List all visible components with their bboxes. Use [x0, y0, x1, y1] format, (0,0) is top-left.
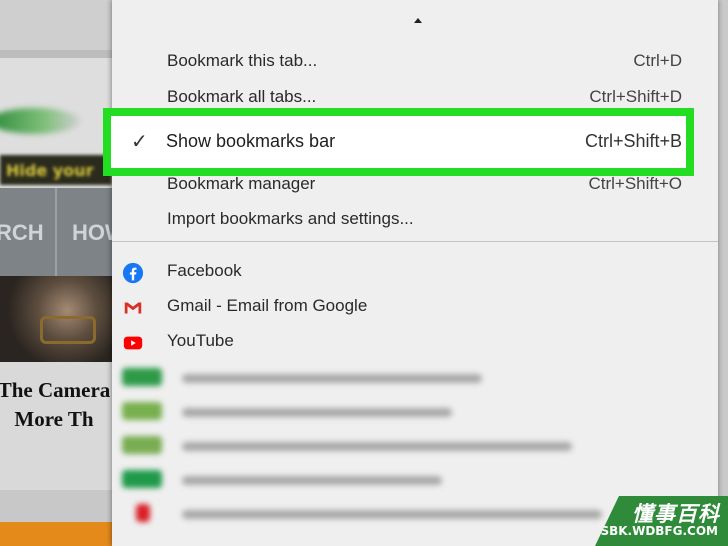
blurred-bookmark-title [182, 476, 442, 485]
bookmarks-menu: Bookmark this tab... Ctrl+D Bookmark all… [112, 0, 718, 546]
blurred-bookmark-title [182, 510, 602, 519]
blurred-favicon-icon [122, 402, 162, 420]
bookmark-youtube[interactable]: YouTube [112, 324, 718, 358]
bookmark-gmail[interactable]: Gmail - Email from Google [112, 289, 718, 323]
facebook-icon [122, 262, 144, 284]
article-headline[interactable]: The Camera More Th [0, 376, 114, 434]
blurred-favicon-icon [122, 368, 162, 386]
gmail-icon [124, 302, 142, 314]
scrollbar-track[interactable] [718, 0, 728, 546]
checkmark-icon: ✓ [131, 131, 148, 153]
scroll-up-arrow-icon[interactable] [414, 18, 422, 23]
article-photo[interactable] [0, 276, 112, 362]
orange-bar [0, 522, 112, 546]
blurred-bookmark-title [182, 408, 452, 417]
blurred-bookmark-title [182, 374, 482, 383]
nav-separator [55, 188, 57, 276]
photo-object [40, 316, 96, 344]
menu-divider [112, 241, 718, 242]
menu-item-bookmark-this-tab[interactable]: Bookmark this tab... Ctrl+D [112, 44, 718, 78]
banner-text: Hide your [6, 161, 94, 180]
menu-item-import-bookmarks[interactable]: Import bookmarks and settings... [112, 202, 718, 236]
netflix-icon [136, 504, 150, 522]
bookmark-facebook[interactable]: Facebook [112, 254, 718, 288]
nav-item-search[interactable]: RCH [0, 220, 44, 246]
menu-item-show-bookmarks-bar[interactable]: ✓ Show bookmarks bar Ctrl+Shift+B [111, 116, 686, 168]
blurred-favicon-icon [122, 470, 162, 488]
page-banner: Hide your [0, 155, 112, 185]
youtube-icon [123, 336, 143, 350]
blurred-favicon-icon [122, 436, 162, 454]
highlight-box: ✓ Show bookmarks bar Ctrl+Shift+B [103, 108, 694, 176]
blurred-bookmark-title [182, 442, 572, 451]
